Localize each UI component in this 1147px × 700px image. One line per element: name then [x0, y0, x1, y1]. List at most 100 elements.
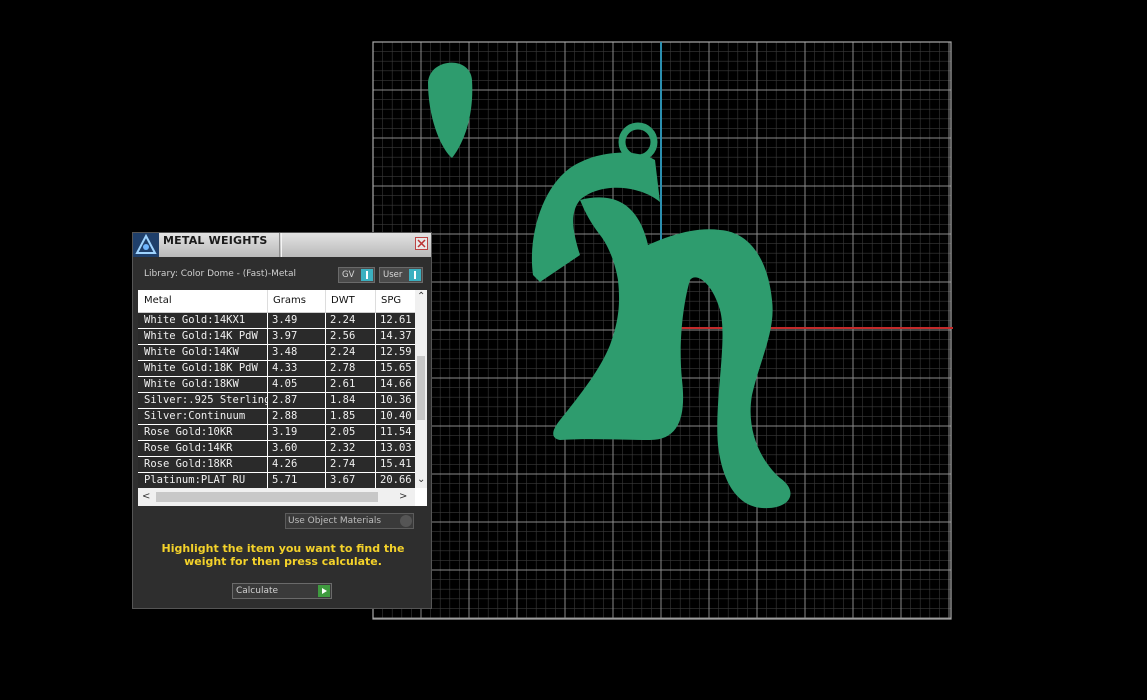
cell-divider — [267, 441, 268, 457]
grams-cell: 3.49 — [272, 314, 298, 326]
close-icon — [417, 239, 426, 248]
cell-divider — [375, 441, 376, 457]
instruction-text: Highlight the item you want to find the … — [161, 542, 405, 568]
grams-cell: 4.33 — [272, 362, 298, 374]
cell-divider — [375, 473, 376, 488]
vertical-scroll-thumb[interactable] — [417, 356, 425, 420]
use-object-materials-dropdown[interactable]: Use Object Materials — [285, 513, 414, 529]
cell-divider — [325, 313, 326, 329]
spg-cell: 10.36 — [380, 394, 412, 406]
grams-cell: 3.19 — [272, 426, 298, 438]
panel-titlebar[interactable]: METAL WEIGHTS — [133, 233, 431, 257]
cell-divider — [325, 473, 326, 488]
spg-cell: 14.66 — [380, 378, 412, 390]
table-row[interactable]: Silver:.925 Sterling 2.87 1.84 10.36 — [138, 393, 415, 409]
cell-divider — [267, 457, 268, 473]
column-divider — [375, 290, 376, 312]
dwt-cell: 2.78 — [330, 362, 356, 374]
cell-divider — [375, 393, 376, 409]
grams-cell: 3.60 — [272, 442, 298, 454]
metal-table: Metal Grams DWT SPG White Gold:14KX1 3.49… — [138, 290, 427, 506]
table-row[interactable]: White Gold:14K PdW 3.97 2.56 14.37 — [138, 329, 415, 345]
cell-divider — [375, 377, 376, 393]
spg-cell: 15.65 — [380, 362, 412, 374]
use-object-materials-label: Use Object Materials — [288, 516, 382, 526]
spg-cell: 14.37 — [380, 330, 412, 342]
panel-title: METAL WEIGHTS — [163, 234, 268, 247]
cell-divider — [267, 361, 268, 377]
metal-name-cell: Rose Gold:14KR — [144, 442, 233, 454]
cell-divider — [375, 345, 376, 361]
metal-name-cell: Rose Gold:18KR — [144, 458, 233, 470]
grams-cell: 3.48 — [272, 346, 298, 358]
cell-divider — [325, 393, 326, 409]
cell-divider — [325, 377, 326, 393]
user-toggle-label: User — [383, 270, 403, 280]
grams-cell: 3.97 — [272, 330, 298, 342]
spg-cell: 13.03 — [380, 442, 412, 454]
dwt-cell: 1.84 — [330, 394, 356, 406]
cell-divider — [325, 425, 326, 441]
cell-divider — [375, 425, 376, 441]
cell-divider — [325, 409, 326, 425]
drop-object[interactable] — [428, 62, 473, 158]
calculate-button[interactable]: Calculate — [232, 583, 332, 599]
cell-divider — [325, 441, 326, 457]
table-row[interactable]: White Gold:14KW 3.48 2.24 12.59 — [138, 345, 415, 361]
spg-cell: 20.66 — [380, 474, 412, 486]
column-header-spg[interactable]: SPG — [381, 295, 401, 306]
horizontal-scrollbar[interactable]: < > — [138, 488, 415, 506]
grams-cell: 2.88 — [272, 410, 298, 422]
cell-divider — [375, 457, 376, 473]
title-tab-divider — [279, 233, 280, 257]
table-row[interactable]: Silver:Continuum 2.88 1.85 10.40 — [138, 409, 415, 425]
dwt-cell: 2.05 — [330, 426, 356, 438]
metal-name-cell: Rose Gold:10KR — [144, 426, 233, 438]
cell-divider — [267, 345, 268, 361]
title-tab-divider-highlight — [281, 233, 282, 257]
spg-cell: 12.61 — [380, 314, 412, 326]
metal-name-cell: White Gold:18KW — [144, 378, 239, 390]
cell-divider — [375, 409, 376, 425]
table-row[interactable]: White Gold:18K PdW 4.33 2.78 15.65 — [138, 361, 415, 377]
dwt-cell: 3.67 — [330, 474, 356, 486]
table-row[interactable]: Rose Gold:18KR 4.26 2.74 15.41 — [138, 457, 415, 473]
cell-divider — [325, 345, 326, 361]
column-header-metal[interactable]: Metal — [144, 295, 172, 306]
cell-divider — [325, 457, 326, 473]
table-row[interactable]: Rose Gold:14KR 3.60 2.32 13.03 — [138, 441, 415, 457]
scroll-right-icon[interactable]: > — [399, 491, 407, 502]
spg-cell: 11.54 — [380, 426, 412, 438]
metal-name-cell: Silver:Continuum — [144, 410, 246, 422]
cell-divider — [267, 329, 268, 345]
vertical-scrollbar[interactable]: ⌃ ⌄ — [415, 290, 427, 488]
grams-cell: 4.26 — [272, 458, 298, 470]
cell-divider — [375, 329, 376, 345]
scroll-up-icon[interactable]: ⌃ — [417, 291, 425, 302]
pendant-model[interactable] — [428, 62, 791, 509]
user-toggle[interactable]: User — [379, 267, 423, 283]
table-row[interactable]: White Gold:14KX1 3.49 2.24 12.61 — [138, 313, 415, 329]
table-row[interactable]: White Gold:18KW 4.05 2.61 14.66 — [138, 377, 415, 393]
gv-toggle[interactable]: GV — [338, 267, 375, 283]
dwt-cell: 2.24 — [330, 314, 356, 326]
scroll-left-icon[interactable]: < — [142, 491, 150, 502]
close-button[interactable] — [415, 237, 428, 250]
table-row[interactable]: Rose Gold:10KR 3.19 2.05 11.54 — [138, 425, 415, 441]
app-logo-icon — [133, 233, 159, 257]
library-label: Library: Color Dome - (Fast)-Metal — [144, 269, 296, 279]
table-row[interactable]: Platinum:PLAT RU 5.71 3.67 20.66 — [138, 473, 415, 488]
metal-name-cell: White Gold:14K PdW — [144, 330, 258, 342]
cell-divider — [267, 409, 268, 425]
spg-cell: 12.59 — [380, 346, 412, 358]
column-header-dwt[interactable]: DWT — [331, 295, 355, 306]
table-body: White Gold:14KX1 3.49 2.24 12.61 White Gold:… — [138, 313, 415, 488]
scroll-down-icon[interactable]: ⌄ — [417, 474, 425, 485]
horizontal-scroll-thumb[interactable] — [156, 492, 378, 502]
grams-cell: 4.05 — [272, 378, 298, 390]
cell-divider — [325, 329, 326, 345]
dwt-cell: 2.56 — [330, 330, 356, 342]
column-header-grams[interactable]: Grams — [273, 295, 306, 306]
metal-name-cell: White Gold:18K PdW — [144, 362, 258, 374]
toggle-switch-icon — [361, 269, 373, 281]
